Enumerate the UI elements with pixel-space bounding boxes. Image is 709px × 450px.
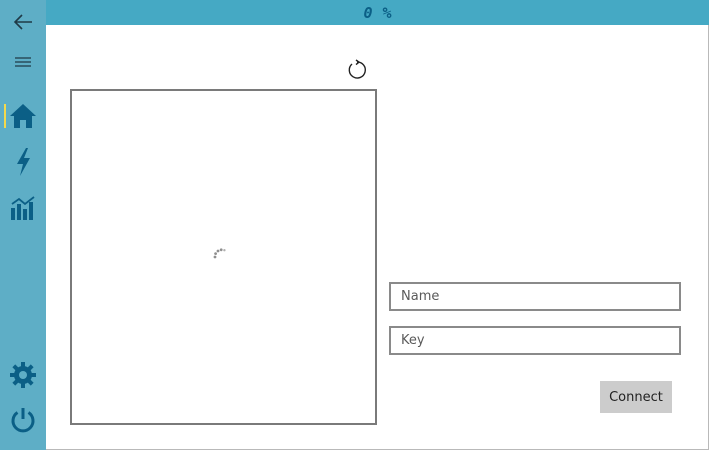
menu-button[interactable]: [0, 42, 46, 82]
name-input[interactable]: [389, 282, 681, 311]
power-off-button[interactable]: [0, 400, 46, 440]
bar-chart-icon: [11, 196, 35, 220]
loading-spinner-icon: [212, 246, 228, 262]
refresh-icon: [348, 59, 366, 79]
back-button[interactable]: [0, 2, 46, 42]
hamburger-menu-icon: [15, 57, 31, 67]
sidebar: [0, 0, 46, 450]
progress-unit: %: [382, 3, 392, 22]
gear-icon: [10, 362, 36, 388]
connect-button[interactable]: Connect: [600, 381, 672, 413]
sidebar-item-statistics[interactable]: [0, 188, 46, 228]
progress-status-bar: 0 %: [46, 0, 709, 25]
power-icon: [11, 408, 35, 433]
sidebar-item-home[interactable]: [0, 96, 46, 136]
sidebar-item-settings[interactable]: [0, 355, 46, 395]
refresh-button[interactable]: [346, 59, 368, 81]
progress-value: 0: [363, 3, 374, 22]
sidebar-item-power[interactable]: [0, 142, 46, 182]
lightning-bolt-icon: [17, 148, 30, 176]
back-arrow-icon: [13, 14, 32, 30]
key-input[interactable]: [389, 326, 681, 355]
home-icon: [10, 104, 36, 128]
